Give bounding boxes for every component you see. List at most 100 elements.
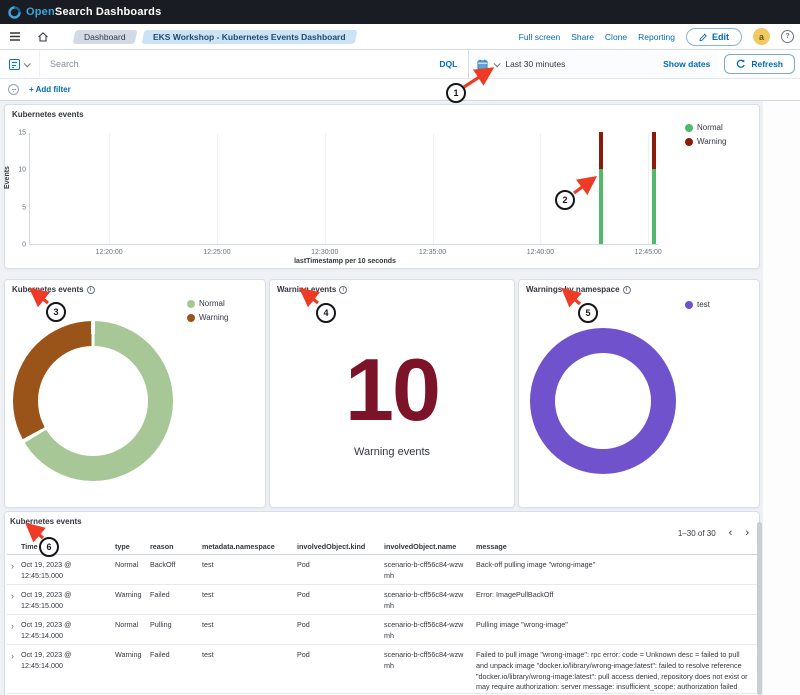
legend-label: Warning: [199, 313, 229, 322]
global-header: OpenSearchDashboards: [0, 0, 800, 24]
x-tick-label: 12:45:00: [635, 249, 662, 256]
column-header-involvedobject-kind[interactable]: involvedObject.kind: [297, 542, 384, 555]
gridline: [325, 133, 326, 244]
column-header-label: reason: [150, 542, 174, 551]
y-tick-label: 15: [18, 130, 26, 137]
cell-type: Warning: [115, 645, 150, 694]
pagination-prev-icon[interactable]: ‹: [729, 528, 733, 539]
vertical-scrollbar[interactable]: [757, 522, 762, 695]
panel-title: Kubernetes eventsi: [12, 285, 95, 294]
legend-dot: [187, 314, 195, 322]
show-dates-button[interactable]: Show dates: [663, 59, 710, 69]
cell-time: Oct 19, 2023 @ 12:45:14.000: [21, 615, 115, 645]
row-expand-icon[interactable]: ›: [7, 555, 21, 585]
add-filter-button[interactable]: + Add filter: [29, 85, 71, 94]
panel-kubernetes-events-donut: Kubernetes eventsi Normal Warning: [4, 279, 266, 508]
gridline: [433, 133, 434, 244]
x-tick-label: 12:35:00: [419, 249, 446, 256]
full-screen-link[interactable]: Full screen: [519, 32, 561, 42]
cell-involvedobject-name: scenario-b-cff56c84-wzwmh: [384, 555, 476, 585]
column-header-type[interactable]: type: [115, 542, 150, 555]
chevron-down-icon[interactable]: [494, 60, 501, 67]
column-header-label: involvedObject.name: [384, 542, 456, 551]
help-icon[interactable]: ?: [781, 30, 794, 43]
navbar: Dashboard EKS Workshop - Kubernetes Even…: [0, 24, 800, 50]
breadcrumb-current-dashboard[interactable]: EKS Workshop - Kubernetes Events Dashboa…: [141, 30, 357, 44]
timeseries-legend: Normal Warning: [685, 123, 727, 146]
row-expand-icon[interactable]: ›: [7, 645, 21, 694]
breadcrumb: Dashboard EKS Workshop - Kubernetes Even…: [74, 30, 355, 44]
cell-time: Oct 19, 2023 @ 12:45:15.000: [21, 555, 115, 585]
column-header-involvedobject-name[interactable]: involvedObject.name: [384, 542, 476, 555]
pagination: 1–30 of 30 ‹ ›: [678, 528, 749, 539]
donut-legend: Normal Warning: [187, 299, 229, 322]
table-row: ›Oct 19, 2023 @ 12:45:15.000WarningFaile…: [7, 585, 757, 615]
x-axis-label: lastTimestamp per 10 seconds: [205, 258, 485, 265]
row-expand-icon[interactable]: ›: [7, 585, 21, 615]
legend-item-warning[interactable]: Warning: [685, 137, 727, 146]
page-gutter: [763, 101, 800, 695]
saved-query-menu[interactable]: [0, 50, 40, 78]
column-header-message[interactable]: message: [476, 542, 757, 555]
opensearch-dashboards-app: OpenSearchDashboards Dashboard EKS Works…: [0, 0, 800, 695]
y-axis-label: Events: [4, 166, 11, 189]
edit-button[interactable]: Edit: [686, 28, 742, 46]
breadcrumb-dashboard[interactable]: Dashboard: [73, 30, 138, 44]
gridline: [109, 133, 110, 244]
column-header-reason[interactable]: reason: [150, 542, 202, 555]
info-icon[interactable]: i: [87, 286, 95, 294]
calendar-icon[interactable]: [477, 59, 488, 70]
menu-hamburger-icon[interactable]: [6, 28, 24, 46]
query-language-button[interactable]: DQL: [428, 59, 468, 69]
table-head: Timetypereasonmetadata.namespaceinvolved…: [7, 542, 757, 555]
cell-involvedobject-kind: Pod: [297, 555, 384, 585]
avatar[interactable]: a: [753, 28, 770, 45]
legend-item-test[interactable]: test: [685, 300, 710, 309]
panel-title: Kubernetes events: [12, 110, 84, 119]
legend-dot: [685, 138, 693, 146]
column-header-expander: [7, 542, 21, 555]
legend-dot: [685, 124, 693, 132]
panel-title: Warning eventsi: [277, 285, 347, 294]
column-header-time[interactable]: Time: [21, 542, 115, 555]
gridline: [648, 133, 649, 244]
pagination-next-icon[interactable]: ›: [745, 528, 749, 539]
info-icon[interactable]: i: [339, 286, 347, 294]
clone-link[interactable]: Clone: [605, 32, 627, 42]
reporting-link[interactable]: Reporting: [638, 32, 675, 42]
row-expand-icon[interactable]: ›: [7, 615, 21, 645]
annotation-marker-2: 2: [555, 190, 575, 210]
legend-item-normal[interactable]: Normal: [685, 123, 727, 132]
donut-hole: [38, 346, 148, 456]
annotation-marker-4: 4: [316, 303, 336, 323]
cell-metadata-namespace: test: [202, 585, 297, 615]
x-tick-label: 12:30:00: [311, 249, 338, 256]
y-tick-label: 10: [18, 167, 26, 174]
opensearch-logo-icon: [8, 6, 21, 19]
annotation-marker-6: 6: [39, 537, 59, 557]
bar-normal: [599, 169, 603, 244]
time-range-value[interactable]: Last 30 minutes: [505, 59, 565, 69]
column-header-metadata-namespace[interactable]: metadata.namespace: [202, 542, 297, 555]
panel-kubernetes-events-timeseries: Kubernetes events Events 12:20:0012:25:0…: [4, 104, 760, 269]
column-header-label: type: [115, 542, 130, 551]
home-icon[interactable]: [34, 28, 52, 46]
info-icon[interactable]: i: [623, 286, 631, 294]
legend-dot: [187, 300, 195, 308]
legend-item-warning[interactable]: Warning: [187, 313, 229, 322]
events-donut-chart: [13, 321, 173, 481]
legend-item-normal[interactable]: Normal: [187, 299, 229, 308]
gridline: [540, 133, 541, 244]
share-link[interactable]: Share: [571, 32, 594, 42]
table-body: ›Oct 19, 2023 @ 12:45:15.000NormalBackOf…: [7, 555, 757, 694]
cell-reason: BackOff: [150, 555, 202, 585]
x-tick-label: 12:25:00: [203, 249, 230, 256]
refresh-button[interactable]: Refresh: [724, 54, 795, 74]
search-input[interactable]: [40, 59, 410, 69]
chevron-down-icon: [24, 60, 31, 67]
cell-reason: Failed: [150, 585, 202, 615]
bar-warning: [652, 132, 656, 169]
filter-icon[interactable]: [8, 84, 19, 95]
x-tick-label: 12:40:00: [527, 249, 554, 256]
cell-reason: Failed: [150, 645, 202, 694]
